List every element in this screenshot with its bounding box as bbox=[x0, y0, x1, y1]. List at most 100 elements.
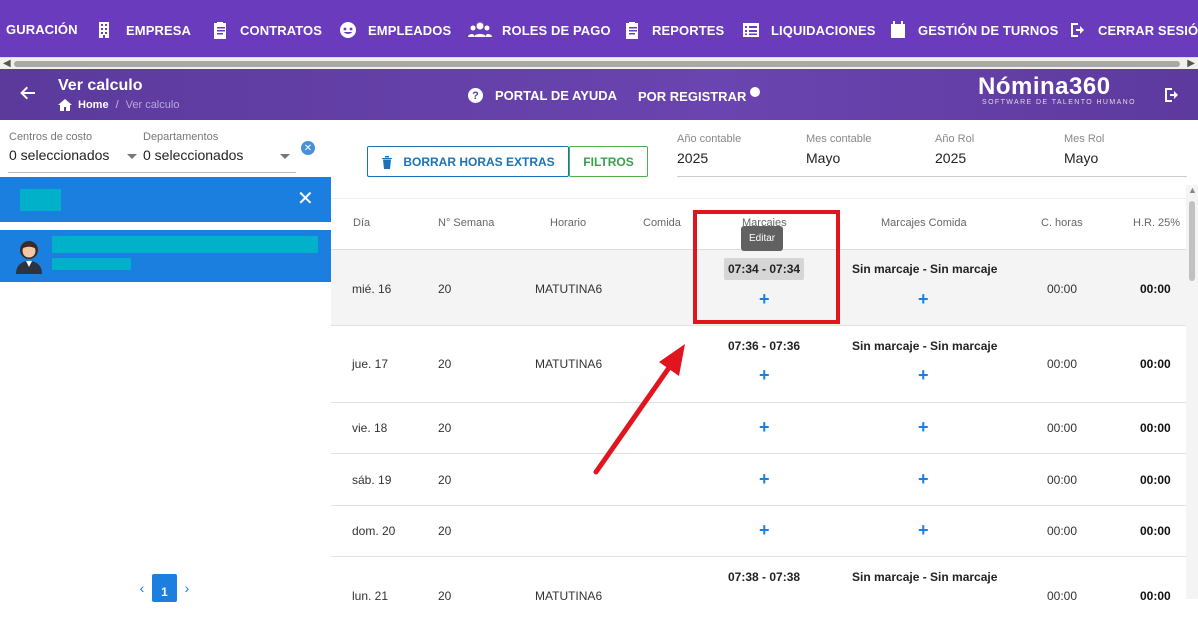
add-meal-marcaje-icon[interactable]: + bbox=[918, 366, 929, 384]
hr25-cell: 00:00 bbox=[1140, 524, 1171, 538]
next-page-icon[interactable]: › bbox=[179, 580, 195, 596]
redacted-chip bbox=[20, 189, 61, 211]
page-1-button[interactable]: 1 bbox=[152, 574, 177, 602]
chevron-down-icon[interactable] bbox=[280, 154, 290, 159]
nav-item-liquidaciones[interactable]: LIQUIDACIONES bbox=[741, 20, 876, 40]
annotation-arrow bbox=[593, 344, 685, 475]
add-marcaje-icon[interactable]: + bbox=[759, 521, 770, 539]
brand-name: Nómina360 bbox=[978, 73, 1111, 100]
nav-item-configuracion[interactable]: GURACIÓN bbox=[6, 22, 78, 37]
add-meal-marcaje-icon[interactable]: + bbox=[918, 470, 929, 488]
week-cell: 20 bbox=[438, 524, 452, 538]
marcaje-value[interactable]: 07:36 - 07:36 bbox=[728, 339, 800, 353]
top-navigation: GURACIÓN EMPRESA CONTRATOS EMPLEADOS ROL… bbox=[0, 0, 1198, 60]
help-portal-link[interactable]: ? PORTAL DE AYUDA bbox=[468, 88, 617, 103]
nav-item-reportes[interactable]: REPORTES bbox=[622, 20, 724, 40]
nav-item-label: GURACIÓN bbox=[6, 22, 78, 37]
nav-item-label: CERRAR SESIÓN bbox=[1098, 22, 1198, 38]
choras-cell: 00:00 bbox=[1047, 357, 1078, 371]
nav-item-label: EMPLEADOS bbox=[368, 22, 452, 38]
page-title: Ver calculo bbox=[58, 77, 143, 94]
col-header-marcajes-comida[interactable]: Marcajes Comida bbox=[881, 217, 967, 229]
chevron-down-icon[interactable] bbox=[127, 154, 137, 159]
calculation-panel: BORRAR HORAS EXTRAS FILTROS Año contable… bbox=[331, 120, 1198, 603]
department-value: 0 seleccionados bbox=[143, 147, 244, 163]
home-icon[interactable] bbox=[58, 99, 72, 111]
add-marcaje-icon[interactable]: + bbox=[759, 418, 770, 436]
field-label: Mes Rol bbox=[1064, 133, 1105, 145]
employee-face-icon bbox=[340, 22, 356, 38]
col-header-comida[interactable]: Comida bbox=[643, 217, 681, 229]
breadcrumb-home[interactable]: Home bbox=[78, 99, 109, 111]
clear-filters-icon[interactable]: ✕ bbox=[301, 141, 315, 155]
breadcrumb-current: Ver calculo bbox=[125, 99, 180, 111]
building-icon bbox=[99, 22, 109, 38]
help-question-icon: ? bbox=[468, 88, 483, 103]
nav-item-label: EMPRESA bbox=[126, 22, 191, 38]
schedule-cell: MATUTINA6 bbox=[535, 589, 603, 603]
table-row: dom. 20 20 + + 00:00 00:00 bbox=[331, 506, 1186, 557]
nav-item-empresa[interactable]: EMPRESA bbox=[96, 20, 191, 40]
nav-item-contratos[interactable]: CONTRATOS bbox=[210, 20, 322, 40]
marcaje-value[interactable]: 07:38 - 07:38 bbox=[728, 570, 800, 584]
hr25-cell: 00:00 bbox=[1140, 282, 1171, 296]
choras-cell: 00:00 bbox=[1047, 282, 1078, 296]
back-arrow-icon[interactable] bbox=[19, 84, 37, 102]
breadcrumb-separator: / bbox=[115, 99, 119, 111]
nav-item-empleados[interactable]: EMPLEADOS bbox=[338, 20, 451, 40]
col-header-horario[interactable]: Horario bbox=[550, 217, 586, 229]
col-header-semana[interactable]: N° Semana bbox=[438, 217, 494, 229]
hr25-cell: 00:00 bbox=[1140, 473, 1171, 487]
field-label: Año contable bbox=[677, 133, 742, 145]
pending-register-link[interactable]: POR REGISTRAR bbox=[638, 87, 761, 104]
col-header-choras[interactable]: C. horas bbox=[1041, 217, 1083, 229]
close-icon[interactable]: ✕ bbox=[297, 186, 314, 211]
meal-marcaje-value: Sin marcaje - Sin marcaje bbox=[852, 570, 998, 584]
nav-item-roles-de-pago[interactable]: ROLES DE PAGO bbox=[468, 20, 611, 40]
table-row: sáb. 19 20 + + 00:00 00:00 bbox=[331, 454, 1186, 506]
nav-item-label: REPORTES bbox=[652, 22, 725, 38]
help-portal-label: PORTAL DE AYUDA bbox=[495, 88, 618, 103]
add-meal-marcaje-icon[interactable]: + bbox=[918, 418, 929, 436]
page-header: Ver calculo Home / Ver calculo ? PORTAL … bbox=[0, 69, 1198, 120]
employee-list-item[interactable] bbox=[0, 230, 331, 282]
table-row: vie. 18 20 + + 00:00 00:00 bbox=[331, 403, 1186, 454]
day-cell: vie. 18 bbox=[352, 421, 388, 435]
prev-page-icon[interactable]: ‹ bbox=[134, 580, 150, 596]
col-header-dia[interactable]: Día bbox=[353, 217, 370, 229]
nav-item-label: CONTRATOS bbox=[240, 22, 323, 38]
calendar-icon bbox=[891, 21, 905, 38]
add-meal-marcaje-icon[interactable]: + bbox=[918, 290, 929, 308]
add-marcaje-icon[interactable]: + bbox=[759, 470, 770, 488]
scrollbar-thumb[interactable] bbox=[14, 61, 1180, 67]
list-icon bbox=[743, 23, 759, 37]
period-underline bbox=[677, 176, 1187, 177]
day-cell: mié. 16 bbox=[352, 282, 392, 296]
scrollbar-thumb[interactable] bbox=[1189, 201, 1195, 281]
group-icon bbox=[468, 22, 492, 37]
nav-item-gestion-de-turnos[interactable]: GESTIÓN DE TURNOS bbox=[888, 20, 1058, 40]
brand-logo: Nómina360 SOFTWARE DE TALENTO HUMANO bbox=[978, 73, 1136, 106]
scroll-up-icon[interactable]: ▲ bbox=[1188, 185, 1197, 195]
delete-overtime-button[interactable]: BORRAR HORAS EXTRAS bbox=[367, 146, 569, 177]
scroll-right-icon[interactable]: ▶ bbox=[1187, 58, 1195, 69]
vertical-scrollbar[interactable]: ▲ bbox=[1186, 185, 1198, 599]
week-cell: 20 bbox=[438, 473, 452, 487]
logout-icon bbox=[1071, 23, 1084, 37]
table-row: jue. 17 20 MATUTINA6 07:36 - 07:36 + Sin… bbox=[331, 326, 1186, 403]
scroll-left-icon[interactable]: ◀ bbox=[3, 58, 11, 69]
cost-center-select[interactable]: Centros de costo 0 seleccionados bbox=[9, 131, 109, 163]
department-select[interactable]: Departamentos 0 seleccionados bbox=[143, 131, 243, 163]
cost-center-value: 0 seleccionados bbox=[9, 147, 110, 163]
logout-icon[interactable] bbox=[1162, 85, 1182, 105]
filters-button[interactable]: FILTROS bbox=[569, 146, 648, 177]
nav-item-label: ROLES DE PAGO bbox=[502, 22, 611, 38]
day-cell: sáb. 19 bbox=[352, 473, 392, 487]
col-header-hr25[interactable]: H.R. 25% bbox=[1133, 217, 1180, 229]
choras-cell: 00:00 bbox=[1047, 524, 1078, 538]
horizontal-scrollbar[interactable]: ◀ ▶ bbox=[0, 57, 1198, 69]
add-meal-marcaje-icon[interactable]: + bbox=[918, 521, 929, 539]
table-row: lun. 21 20 MATUTINA6 07:38 - 07:38 Sin m… bbox=[331, 557, 1186, 617]
nav-item-cerrar-sesion[interactable]: CERRAR SESIÓN bbox=[1068, 20, 1198, 40]
add-marcaje-icon[interactable]: + bbox=[759, 366, 770, 384]
